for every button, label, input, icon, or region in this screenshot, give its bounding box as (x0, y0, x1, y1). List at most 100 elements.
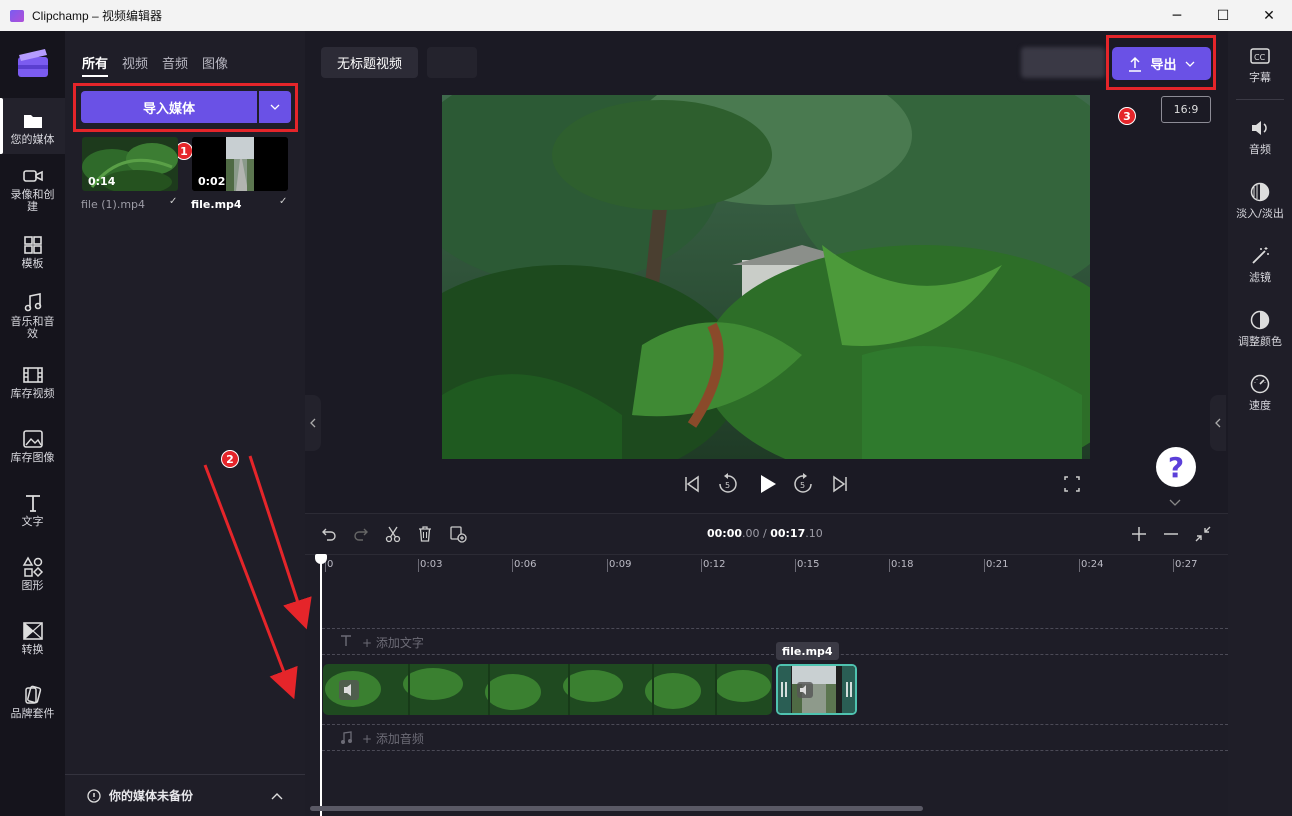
film-icon (22, 367, 43, 383)
ruler-tick: 0:21 (983, 559, 1009, 572)
nav-stock-video[interactable]: 库存视频 (0, 364, 65, 400)
project-title-button[interactable]: 无标题视频 (321, 47, 418, 78)
help-button[interactable]: ? (1156, 447, 1196, 487)
annotation-arrows (203, 455, 312, 700)
redo-icon[interactable] (353, 525, 369, 543)
panel-label: 滤镜 (1249, 271, 1271, 284)
nav-label: 库存图像 (10, 451, 55, 464)
tab-images[interactable]: 图像 (202, 53, 228, 77)
tab-audio[interactable]: 音频 (162, 53, 188, 77)
blurred-element (1021, 47, 1105, 78)
annotation-step-3: 3 (1118, 107, 1136, 125)
music-icon (341, 731, 352, 744)
jungle-preview-image (442, 95, 1090, 459)
nav-label: 音乐和音效 (10, 315, 55, 340)
panel-captions[interactable]: CC 字幕 (1228, 45, 1292, 85)
chevron-down-icon[interactable] (1168, 498, 1182, 508)
export-button[interactable]: 导出 (1112, 47, 1211, 80)
panel-filters[interactable]: 滤镜 (1228, 245, 1292, 285)
ruler-tick: 0:18 (888, 559, 914, 572)
add-audio-track[interactable]: + 添加音频 (362, 730, 424, 747)
total-time: 00:17 (770, 527, 806, 540)
collapse-right-panel-button[interactable] (1210, 395, 1226, 451)
import-media-button[interactable]: 导入媒体 (81, 91, 257, 123)
aspect-ratio-button[interactable]: 16:9 (1161, 96, 1211, 123)
tab-all[interactable]: 所有 (82, 53, 109, 77)
speaker-icon (1252, 121, 1267, 135)
nav-transitions[interactable]: 转换 (0, 620, 65, 656)
fullscreen-icon[interactable] (1063, 472, 1081, 496)
chevron-down-icon (270, 104, 280, 110)
delete-icon[interactable] (417, 525, 433, 543)
nav-shapes[interactable]: 图形 (0, 556, 65, 592)
panel-speed[interactable]: 速度 (1228, 373, 1292, 413)
nav-text[interactable]: 文字 (0, 492, 65, 528)
close-button[interactable]: ✕ (1246, 0, 1292, 31)
ruler-tick: 0:15 (794, 559, 820, 572)
duplicate-icon[interactable] (449, 525, 467, 543)
minimize-button[interactable]: ─ (1154, 0, 1200, 31)
chevron-up-icon[interactable] (271, 792, 283, 800)
maximize-button[interactable]: ☐ (1200, 0, 1246, 31)
nav-label: 文字 (21, 515, 44, 528)
window-controls: ─ ☐ ✕ (1154, 0, 1292, 31)
info-icon (87, 788, 101, 803)
panel-audio[interactable]: 音频 (1228, 117, 1292, 157)
annotation-box-import: 导入媒体 (73, 83, 298, 132)
play-icon[interactable] (757, 472, 779, 496)
zoom-in-icon[interactable] (1130, 525, 1148, 543)
video-clip-file-selected[interactable] (776, 664, 857, 715)
export-label: 导出 (1150, 58, 1177, 73)
blurred-element (427, 47, 477, 78)
panel-label: 速度 (1249, 399, 1271, 412)
forward-5-icon[interactable]: 5 (792, 472, 814, 496)
import-dropdown-button[interactable] (259, 91, 291, 123)
rewind-5-icon[interactable]: 5 (717, 472, 739, 496)
nav-label: 录像和创建 (10, 188, 55, 213)
media-thumbnail-file-2[interactable]: 0:02 (192, 137, 288, 191)
add-text-track[interactable]: + 添加文字 (362, 634, 424, 651)
fit-timeline-icon[interactable] (1194, 525, 1212, 543)
panel-label: 调整颜色 (1238, 335, 1282, 348)
right-properties-panel: CC 字幕 音频 淡入/淡出 滤镜 调整颜色 速度 (1228, 31, 1292, 816)
media-thumbnail-file-1[interactable]: 0:14 (82, 137, 178, 191)
nav-record-create[interactable]: 录像和创建 (0, 165, 65, 213)
nav-music-sfx[interactable]: 音乐和音效 (0, 292, 65, 340)
camera-icon (22, 170, 43, 182)
skip-to-start-icon[interactable] (683, 472, 701, 496)
split-scissors-icon[interactable] (385, 525, 401, 543)
zoom-out-icon[interactable] (1162, 525, 1180, 543)
skip-to-end-icon[interactable] (831, 472, 849, 496)
tab-video[interactable]: 视频 (122, 53, 148, 77)
track-divider (322, 654, 1228, 655)
nav-templates[interactable]: 模板 (0, 234, 65, 270)
nav-brand-kit[interactable]: 品牌套件 (0, 684, 65, 720)
ruler-tick: 0:06 (511, 559, 537, 572)
track-divider (322, 724, 1228, 725)
current-time: 00:00 (707, 527, 743, 540)
panel-adjust-color[interactable]: 调整颜色 (1228, 309, 1292, 349)
timeline-scrollbar[interactable] (310, 806, 923, 811)
clip-tooltip: file.mp4 (776, 642, 839, 660)
nav-stock-images[interactable]: 库存图像 (0, 428, 65, 464)
backup-warning-label: 你的媒体未备份 (109, 789, 194, 803)
video-preview[interactable] (442, 95, 1090, 459)
divider (1236, 99, 1284, 100)
chevron-down-icon (1185, 61, 1194, 67)
folder-icon (23, 115, 42, 128)
track-divider (322, 628, 1228, 629)
templates-icon (23, 236, 42, 254)
video-clip-file-1[interactable] (323, 664, 772, 715)
nav-your-media[interactable]: 您的媒体 (0, 98, 65, 154)
clipchamp-app-icon (10, 9, 24, 22)
annotation-box-export: 导出 (1106, 35, 1216, 90)
clipchamp-logo-icon (18, 49, 48, 77)
nav-label: 转换 (21, 643, 44, 656)
chevron-left-icon (310, 418, 316, 428)
panel-fade[interactable]: 淡入/淡出 (1228, 181, 1292, 221)
current-time-frac: .00 (742, 527, 760, 540)
chevron-left-icon (1215, 418, 1221, 428)
backup-warning-bar[interactable]: 你的媒体未备份 (65, 774, 305, 816)
timeline-ruler[interactable]: 0 0:03 0:06 0:09 0:12 0:15 0:18 0:21 0:2… (305, 554, 1228, 576)
svg-text:CC: CC (1254, 53, 1266, 62)
